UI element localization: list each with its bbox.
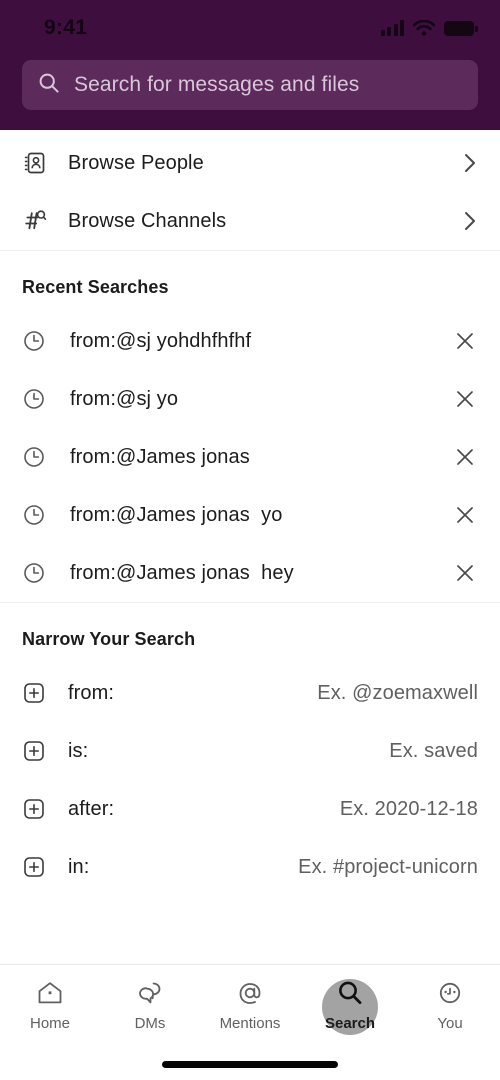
status-time: 9:41 xyxy=(44,16,88,39)
list-item[interactable]: from:@sj yohdhfhfhf xyxy=(0,312,500,370)
list-item[interactable]: from:@James jonas yo xyxy=(0,486,500,544)
tab-bar: Home DMs Mentions Search You xyxy=(0,964,500,1080)
narrow-item-from[interactable]: from: Ex. @zoemaxwell xyxy=(0,664,500,722)
home-icon xyxy=(35,976,65,1010)
avatar-icon xyxy=(435,976,465,1010)
browse-list: Browse People Browse Channels xyxy=(0,130,500,250)
signal-bars-icon xyxy=(380,20,404,36)
header: 9:41 Search for messages and files xyxy=(0,0,500,130)
plus-box-icon xyxy=(22,739,52,763)
clock-icon xyxy=(22,503,52,527)
recent-query: from:@sj yo xyxy=(70,387,179,410)
close-icon[interactable] xyxy=(452,330,478,352)
tab-dms[interactable]: DMs xyxy=(100,965,200,1043)
clock-icon xyxy=(22,445,52,469)
chevron-right-icon xyxy=(460,151,480,175)
clock-icon xyxy=(22,561,52,585)
recent-query: from:@James jonas xyxy=(70,445,250,468)
recent-searches-title: Recent Searches xyxy=(22,277,169,297)
narrow-example: Ex. saved xyxy=(389,739,478,762)
narrow-example: Ex. #project-unicorn xyxy=(298,855,478,878)
list-item[interactable]: from:@James jonas hey xyxy=(0,544,500,602)
tab-home-label: Home xyxy=(29,1015,70,1032)
browse-channels-label: Browse Channels xyxy=(68,209,227,232)
close-icon[interactable] xyxy=(452,562,478,584)
recent-query: from:@James jonas yo xyxy=(70,503,283,526)
narrow-key: after: xyxy=(68,797,115,820)
recent-searches-list: from:@sj yohdhfhfhf from:@sj yo from:@Ja… xyxy=(0,312,500,602)
plus-box-icon xyxy=(22,797,52,821)
status-icons xyxy=(380,19,479,36)
narrow-search-title: Narrow Your Search xyxy=(22,629,196,649)
tab-home[interactable]: Home xyxy=(0,965,100,1043)
wifi-icon xyxy=(412,19,436,36)
close-icon[interactable] xyxy=(452,446,478,468)
home-indicator xyxy=(162,1061,338,1068)
close-icon[interactable] xyxy=(452,504,478,526)
tab-dms-label: DMs xyxy=(134,1015,166,1032)
plus-box-icon xyxy=(22,855,52,879)
plus-box-icon xyxy=(22,681,52,705)
browse-channels-row[interactable]: Browse Channels xyxy=(0,192,500,250)
search-input[interactable]: Search for messages and files xyxy=(22,60,478,110)
recent-query: from:@James jonas hey xyxy=(70,561,294,584)
battery-icon xyxy=(444,21,478,36)
narrow-example: Ex. @zoemaxwell xyxy=(317,681,478,704)
list-item[interactable]: from:@James jonas xyxy=(0,428,500,486)
tab-you[interactable]: You xyxy=(400,965,500,1043)
search-icon xyxy=(334,976,366,1010)
narrow-key: from: xyxy=(68,681,115,704)
narrow-item-is[interactable]: is: Ex. saved xyxy=(0,722,500,780)
narrow-key: in: xyxy=(68,855,90,878)
clock-icon xyxy=(22,329,52,353)
narrow-example: Ex. 2020-12-18 xyxy=(339,797,478,820)
tab-mentions-label: Mentions xyxy=(219,1015,281,1032)
browse-people-label: Browse People xyxy=(68,151,204,174)
narrow-item-after[interactable]: after: Ex. 2020-12-18 xyxy=(0,780,500,838)
recent-query: from:@sj yohdhfhfhf xyxy=(70,329,252,352)
tab-search-label: Search xyxy=(324,1015,376,1032)
chevron-right-icon xyxy=(460,209,480,233)
search-placeholder: Search for messages and files xyxy=(74,73,360,96)
clock-icon xyxy=(22,387,52,411)
tab-you-label: You xyxy=(437,1015,463,1032)
close-icon[interactable] xyxy=(452,388,478,410)
status-bar: 9:41 xyxy=(22,0,478,56)
tab-mentions[interactable]: Mentions xyxy=(200,965,300,1043)
mentions-icon xyxy=(235,976,265,1010)
dm-icon xyxy=(135,976,165,1010)
browse-people-row[interactable]: Browse People xyxy=(0,134,500,192)
hash-search-icon xyxy=(22,208,56,234)
contact-card-icon xyxy=(22,150,56,176)
narrow-item-in[interactable]: in: Ex. #project-unicorn xyxy=(0,838,500,896)
tab-search[interactable]: Search xyxy=(300,965,400,1043)
search-icon xyxy=(38,72,60,99)
slack-search-screen: 9:41 Search for messages and files Brows… xyxy=(0,0,500,1080)
narrow-key: is: xyxy=(68,739,89,762)
list-item[interactable]: from:@sj yo xyxy=(0,370,500,428)
narrow-search-list: from: Ex. @zoemaxwell is: Ex. saved afte… xyxy=(0,664,500,896)
